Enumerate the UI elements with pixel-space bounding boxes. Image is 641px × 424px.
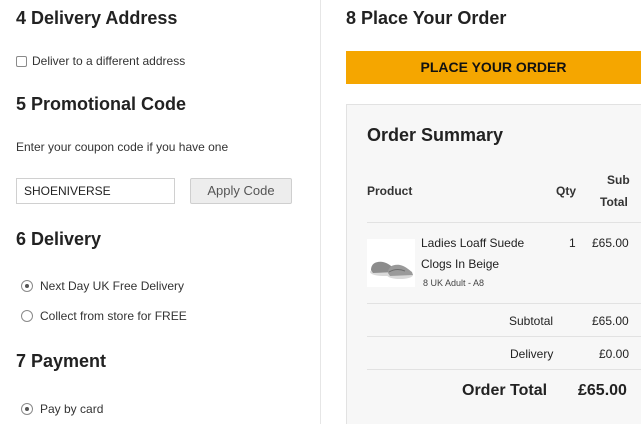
subtotal-divider	[367, 336, 641, 337]
qty-column-header: Qty	[556, 184, 577, 198]
product-variant: 8 UK Adult - A8	[423, 278, 485, 288]
collect-radio[interactable]	[21, 310, 33, 322]
coupon-code-input[interactable]: SHOENIVERSE	[16, 178, 175, 204]
subtotal-column-header-line1: Sub	[607, 173, 630, 187]
delivery-value: £0.00	[599, 347, 630, 361]
delivery-address-heading: 4 Delivery Address	[16, 8, 178, 28]
order-column: 8 Place Your Order PLACE YOUR ORDER Orde…	[321, 0, 641, 424]
promo-code-heading: 5 Promotional Code	[16, 94, 187, 114]
item-divider	[367, 303, 641, 304]
delivery-label: Delivery	[510, 347, 554, 361]
order-summary-title: Order Summary	[367, 125, 504, 145]
order-total-value: £65.00	[578, 382, 627, 399]
order-total-label: Order Total	[462, 382, 548, 399]
checkout-form-column: 4 Delivery Address Deliver to a differen…	[0, 0, 320, 424]
subtotal-column-header-line2: Total	[600, 195, 628, 209]
different-address-checkbox[interactable]	[16, 55, 27, 67]
place-order-button[interactable]: PLACE YOUR ORDER	[346, 51, 641, 84]
coupon-prompt: Enter your coupon code if you have one	[16, 140, 229, 154]
pay-by-card-label: Pay by card	[40, 402, 104, 416]
clog-shoe-icon	[367, 239, 415, 287]
apply-code-button[interactable]: Apply Code	[190, 178, 292, 204]
collect-label: Collect from store for FREE	[40, 309, 187, 323]
subtotal-value: £65.00	[592, 314, 629, 328]
product-column-header: Product	[367, 184, 413, 198]
next-day-label: Next Day UK Free Delivery	[40, 279, 185, 293]
header-divider	[367, 222, 641, 223]
delivery-option-next-day[interactable]: Next Day UK Free Delivery	[21, 279, 184, 293]
delivery-divider	[367, 369, 641, 370]
delivery-heading: 6 Delivery	[16, 229, 102, 249]
pay-by-card-radio[interactable]	[21, 403, 33, 415]
payment-heading: 7 Payment	[16, 351, 107, 371]
subtotal-label: Subtotal	[509, 314, 554, 328]
delivery-option-collect[interactable]: Collect from store for FREE	[21, 309, 187, 323]
next-day-radio[interactable]	[21, 280, 33, 292]
product-price: £65.00	[592, 236, 629, 250]
place-order-heading: 8 Place Your Order	[346, 8, 507, 28]
different-address-label: Deliver to a different address	[32, 54, 186, 68]
product-name[interactable]: Ladies Loaff Suede Clogs In Beige	[421, 233, 541, 275]
payment-option-card[interactable]: Pay by card	[21, 402, 103, 416]
product-qty: 1	[569, 236, 576, 250]
order-summary-panel: Order Summary Product Qty Sub Total Ladi…	[346, 104, 641, 424]
different-address-option[interactable]: Deliver to a different address	[16, 54, 185, 68]
